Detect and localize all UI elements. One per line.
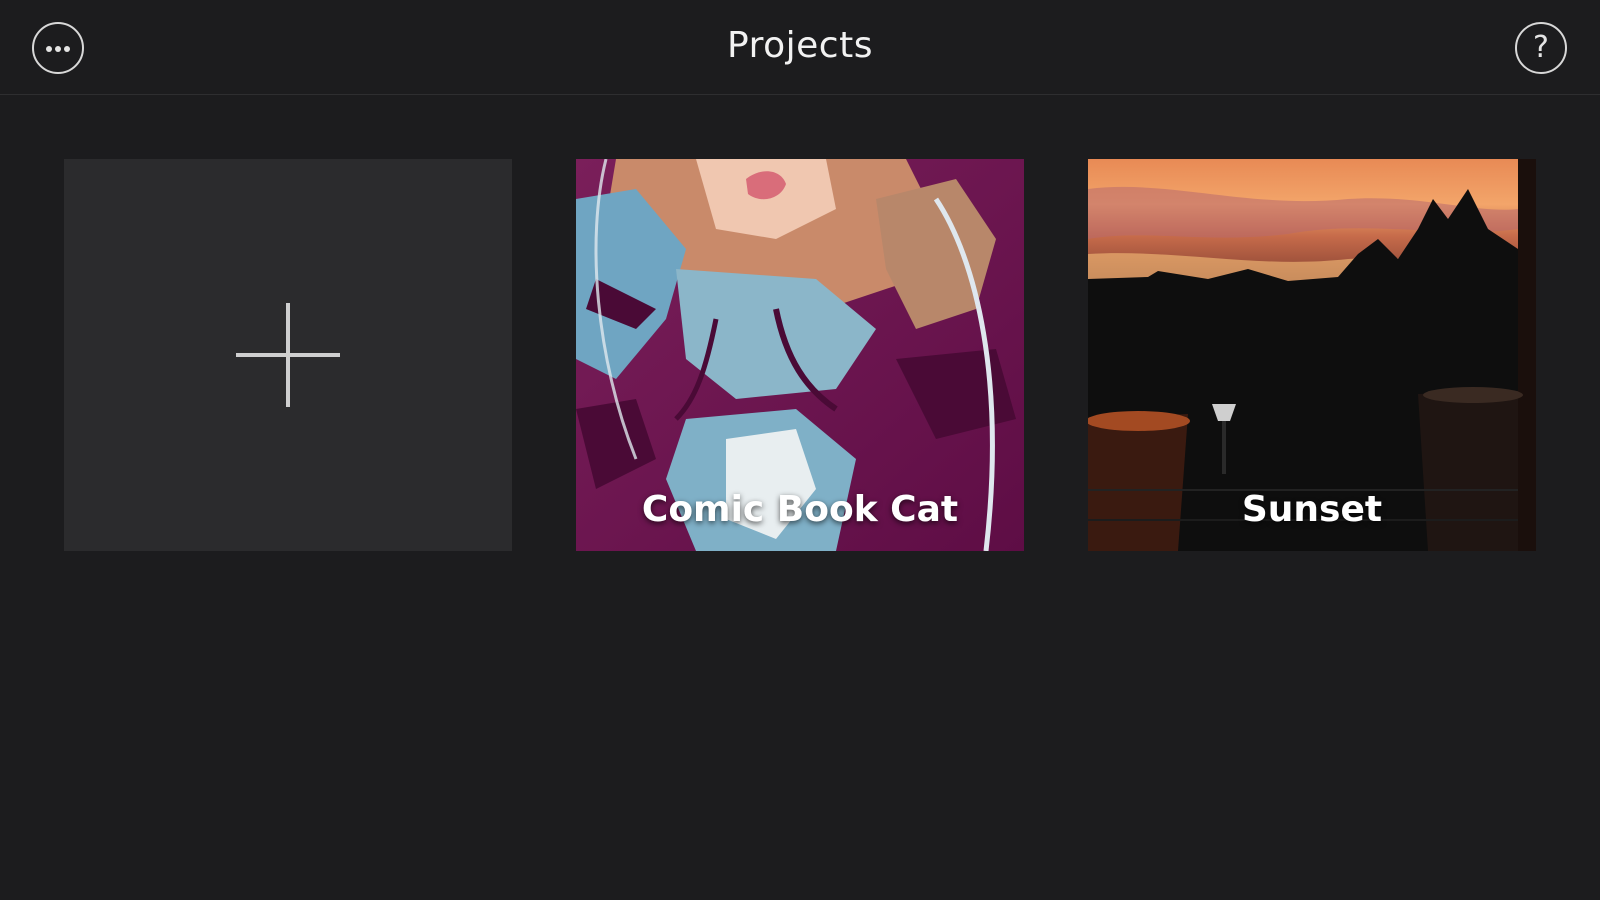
question-mark-icon: ?: [1533, 30, 1549, 65]
project-tile-comic-book-cat[interactable]: Comic Book Cat: [576, 159, 1024, 551]
project-tile-sunset[interactable]: Sunset: [1088, 159, 1536, 551]
project-title: Sunset: [1241, 489, 1383, 530]
top-navigation-bar: Projects ?: [0, 0, 1600, 95]
page-title: Projects: [727, 25, 873, 66]
project-title: Comic Book Cat: [641, 489, 959, 530]
more-options-button[interactable]: [32, 22, 84, 74]
new-project-button[interactable]: [64, 159, 512, 551]
help-button[interactable]: ?: [1515, 22, 1567, 74]
